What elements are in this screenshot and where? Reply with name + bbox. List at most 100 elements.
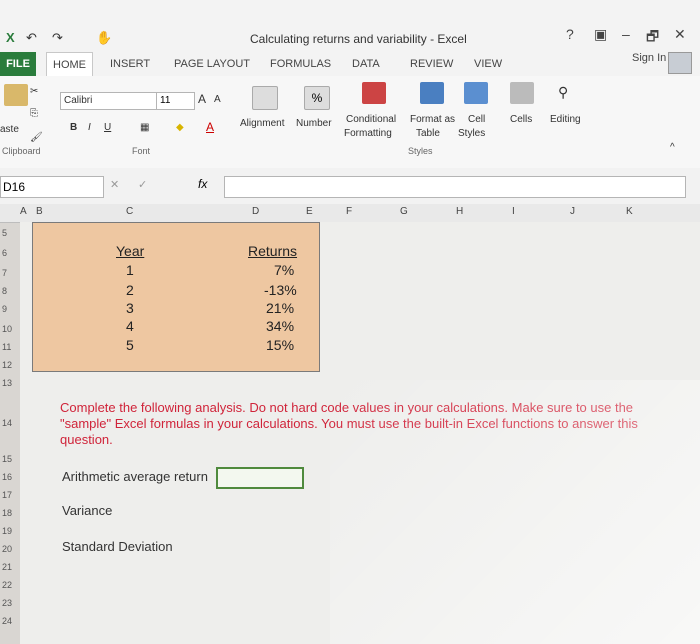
column-header-j[interactable]: J — [570, 206, 575, 217]
arithmetic-average-label[interactable]: Arithmetic average return — [62, 469, 208, 484]
column-header-a[interactable]: A — [20, 206, 27, 217]
styles-label[interactable]: Styles — [458, 128, 485, 139]
tab-page-layout[interactable]: PAGE LAYOUT — [174, 58, 250, 70]
name-box[interactable]: D16 — [0, 176, 104, 198]
conditional-formatting-icon[interactable] — [362, 82, 386, 104]
redo-icon[interactable]: ↷ — [52, 30, 63, 46]
alignment-button[interactable]: Alignment — [240, 118, 284, 129]
arithmetic-average-input[interactable] — [216, 467, 304, 489]
cell-label[interactable]: Cell — [468, 114, 485, 125]
ribbon-display-icon[interactable]: ▣ — [594, 26, 607, 43]
column-header-c[interactable]: C — [126, 206, 133, 217]
return-cell[interactable]: 21% — [266, 300, 294, 316]
tab-insert[interactable]: INSERT — [110, 58, 150, 70]
year-cell[interactable]: 2 — [126, 282, 134, 298]
tab-data[interactable]: DATA — [352, 58, 380, 70]
row-header[interactable]: 7 — [2, 268, 7, 278]
paste-icon[interactable] — [4, 84, 28, 106]
standard-deviation-label[interactable]: Standard Deviation — [62, 539, 173, 554]
touch-mode-icon[interactable]: ✋ — [96, 30, 112, 46]
row-header[interactable]: 22 — [2, 580, 12, 590]
column-header-i[interactable]: I — [512, 206, 515, 217]
fill-color-icon[interactable]: ◆ — [176, 122, 184, 133]
cut-icon[interactable]: ✂ — [30, 86, 38, 97]
copy-icon[interactable]: ⎘ — [30, 108, 38, 119]
cells-icon[interactable] — [510, 82, 534, 104]
tab-file[interactable]: FILE — [0, 52, 36, 76]
column-header-e[interactable]: E — [306, 206, 313, 217]
font-color-icon[interactable]: A — [206, 120, 214, 134]
row-header[interactable]: 9 — [2, 304, 7, 314]
returns-header[interactable]: Returns — [248, 243, 297, 259]
row-header[interactable]: 8 — [2, 286, 7, 296]
return-cell[interactable]: 7% — [274, 262, 294, 278]
row-header[interactable]: 19 — [2, 526, 12, 536]
paste-button-label[interactable]: aste — [0, 124, 19, 135]
enter-icon[interactable]: ✓ — [138, 178, 147, 191]
column-header-k[interactable]: K — [626, 206, 633, 217]
column-header-g[interactable]: G — [400, 206, 408, 217]
sign-in-link[interactable]: Sign In — [632, 52, 666, 64]
column-header-h[interactable]: H — [456, 206, 463, 217]
return-cell[interactable]: -13% — [264, 282, 297, 298]
restore-icon[interactable]: 🗗 — [646, 26, 659, 50]
column-header-d[interactable]: D — [252, 206, 259, 217]
row-header[interactable]: 18 — [2, 508, 12, 518]
year-cell[interactable]: 4 — [126, 318, 134, 334]
tab-review[interactable]: REVIEW — [410, 58, 453, 70]
row-header[interactable]: 11 — [2, 342, 11, 352]
year-header[interactable]: Year — [116, 243, 144, 259]
row-header[interactable]: 15 — [2, 454, 12, 464]
year-cell[interactable]: 3 — [126, 300, 134, 316]
row-header[interactable]: 6 — [2, 248, 7, 258]
tab-home[interactable]: HOME — [46, 52, 93, 77]
cell-styles-icon[interactable] — [464, 82, 488, 104]
alignment-icon[interactable] — [252, 86, 278, 110]
shrink-font-button[interactable]: A — [214, 94, 221, 105]
collapse-ribbon-icon[interactable]: ^ — [670, 142, 675, 153]
format-as-table-icon[interactable] — [420, 82, 444, 104]
row-header[interactable]: 23 — [2, 598, 12, 608]
underline-button[interactable]: U — [104, 122, 111, 133]
close-icon[interactable]: ✕ — [674, 26, 686, 43]
variance-label[interactable]: Variance — [62, 503, 112, 518]
tab-view[interactable]: VIEW — [474, 58, 502, 70]
column-header-f[interactable]: F — [346, 206, 352, 217]
insert-function-icon[interactable]: fx — [198, 177, 207, 191]
account-avatar-icon[interactable] — [668, 52, 692, 74]
minimize-icon[interactable]: – — [622, 26, 630, 42]
tab-formulas[interactable]: FORMULAS — [270, 58, 331, 70]
formula-input[interactable] — [224, 176, 686, 198]
percent-icon[interactable]: % — [304, 86, 330, 110]
row-header[interactable]: 13 — [2, 378, 12, 388]
row-header[interactable]: 24 — [2, 616, 12, 626]
row-header[interactable]: 10 — [2, 324, 12, 334]
undo-icon[interactable]: ↶ — [26, 30, 37, 46]
borders-icon[interactable]: ▦ — [140, 122, 149, 133]
cancel-icon[interactable]: ✕ — [110, 178, 119, 191]
format-as-label[interactable]: Format as — [410, 114, 455, 125]
binoculars-icon[interactable]: ⚲ — [558, 84, 568, 101]
format-painter-icon[interactable]: 🖌 — [30, 132, 43, 143]
bold-button[interactable]: B — [70, 122, 77, 133]
row-header[interactable]: 17 — [2, 490, 12, 500]
italic-button[interactable]: I — [88, 122, 91, 133]
table-label[interactable]: Table — [416, 128, 440, 139]
formatting-label[interactable]: Formatting — [344, 128, 392, 139]
row-header[interactable]: 20 — [2, 544, 12, 554]
return-cell[interactable]: 34% — [266, 318, 294, 334]
grow-font-button[interactable]: A — [198, 92, 206, 106]
return-cell[interactable]: 15% — [266, 337, 294, 353]
row-header[interactable]: 12 — [2, 360, 12, 370]
row-header[interactable]: 14 — [2, 418, 12, 428]
conditional-label[interactable]: Conditional — [346, 114, 396, 125]
year-cell[interactable]: 5 — [126, 337, 134, 353]
number-button[interactable]: Number — [296, 118, 332, 129]
font-size-dropdown[interactable]: 11 — [156, 92, 195, 110]
editing-button[interactable]: Editing — [550, 114, 581, 125]
row-header[interactable]: 16 — [2, 472, 12, 482]
help-icon[interactable]: ? — [566, 26, 574, 42]
year-cell[interactable]: 1 — [126, 262, 134, 278]
cells-button[interactable]: Cells — [510, 114, 532, 125]
row-header[interactable]: 5 — [2, 228, 7, 238]
